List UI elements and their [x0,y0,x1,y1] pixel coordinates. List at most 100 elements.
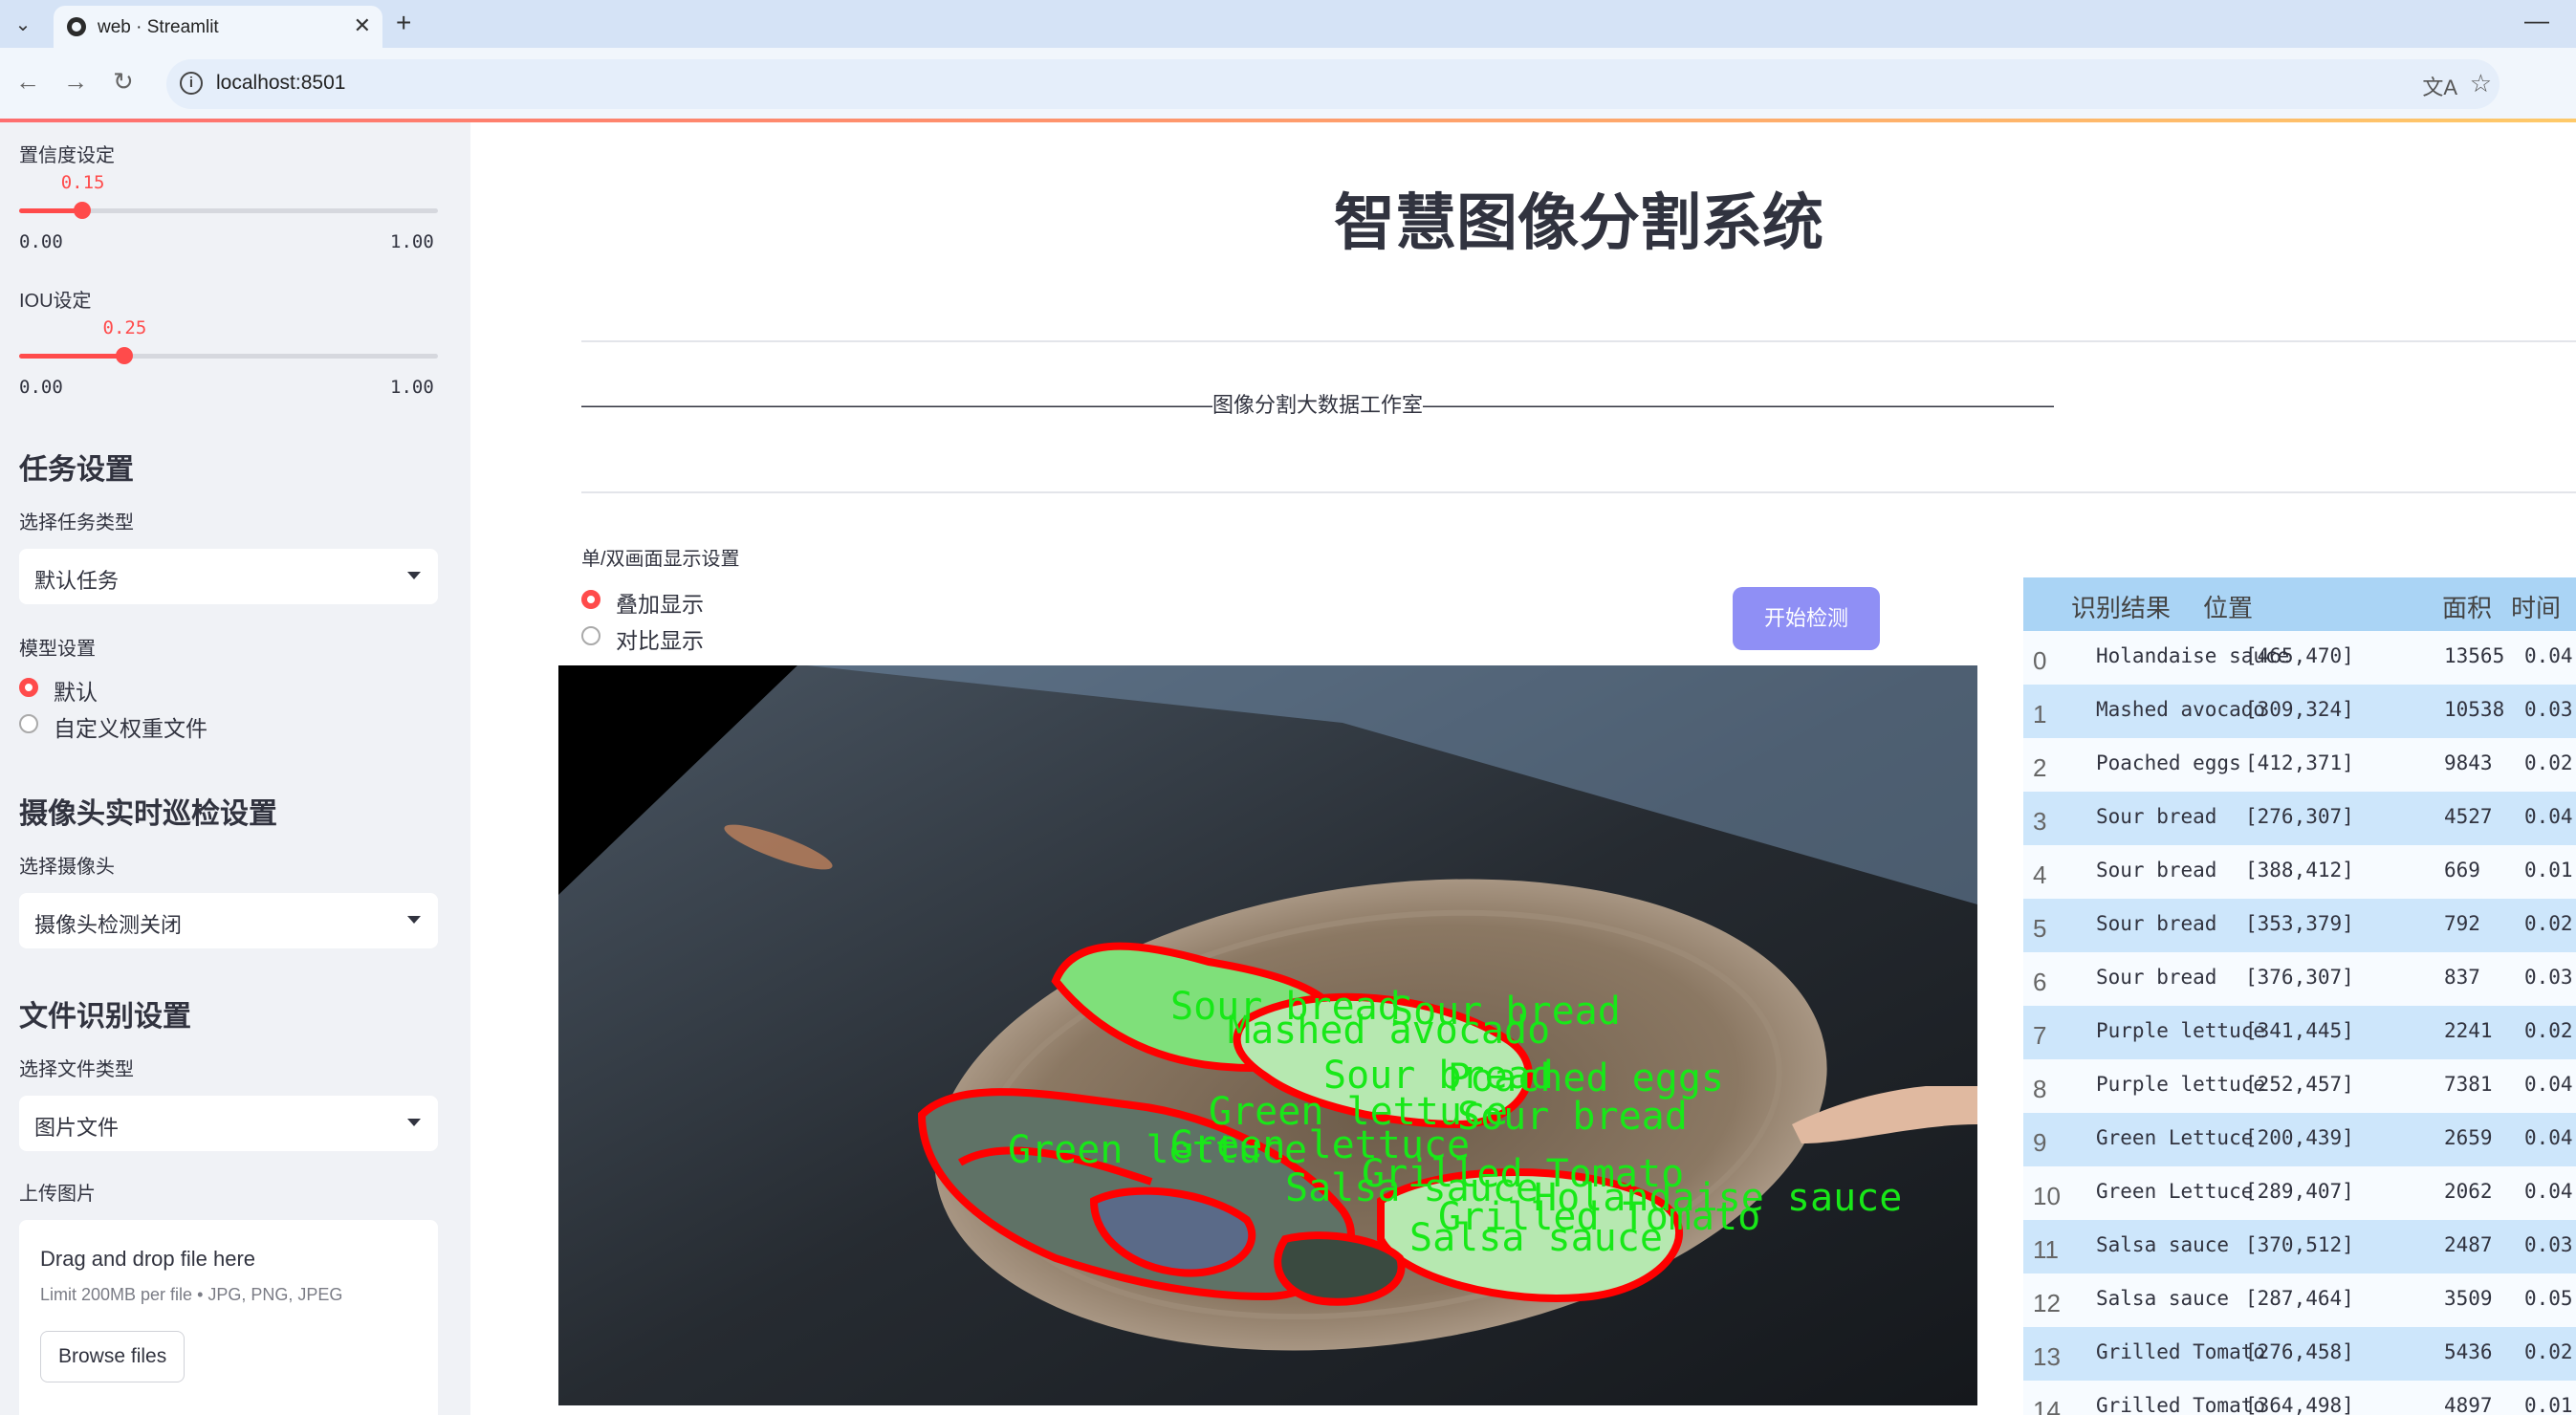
table-row[interactable]: 2 Poached eggs [412,371] 9843 0.02 [2023,738,2576,792]
table-row[interactable]: 12 Salsa sauce [287,464] 3509 0.05 [2023,1274,2576,1327]
iou-slider[interactable] [19,347,438,364]
row-result: Salsa sauce [2096,1287,2230,1310]
minimize-window-icon[interactable]: — [2524,6,2549,35]
start-detection-button[interactable]: 开始检测 [1733,587,1880,650]
row-position: [289,407] [2245,1180,2354,1203]
file-type-label: 选择文件类型 [19,1059,134,1080]
camera-select[interactable]: 摄像头检测关闭 [19,893,438,948]
table-row[interactable]: 14 Grilled Tomato [364,498] 4897 0.01 [2023,1381,2576,1415]
row-area: 4527 [2444,805,2493,828]
table-row[interactable]: 8 Purple lettuce [252,457] 7381 0.04 [2023,1059,2576,1113]
row-time: 0.02 [2524,751,2573,774]
radio-unselected-icon[interactable] [581,626,600,645]
table-row[interactable]: 9 Green Lettuce [200,439] 2659 0.04 [2023,1113,2576,1166]
browse-files-button[interactable]: Browse files [40,1331,186,1382]
confidence-slider-thumb[interactable] [73,202,91,219]
iou-value: 0.25 [102,317,147,338]
forward-arrow-icon[interactable]: → [63,67,88,97]
table-row[interactable]: 1 Mashed avocado [309,324] 10538 0.03 [2023,685,2576,738]
row-time: 0.01 [2524,859,2573,882]
streamlit-favicon-icon [67,17,86,36]
row-result: Sour bread [2096,805,2217,828]
display-option-label: 叠加显示 [616,592,704,617]
radio-selected-icon[interactable] [581,590,600,609]
row-time: 0.02 [2524,1019,2573,1042]
col-result-header[interactable]: 识别结果 [2071,589,2171,624]
row-area: 3509 [2444,1287,2493,1310]
row-time: 0.04 [2524,805,2573,828]
camera-settings-header: 摄像头实时巡检设置 [19,798,277,830]
col-time-header[interactable]: 时间 [2511,589,2561,624]
row-result: Sour bread [2096,966,2217,989]
model-option-label: 默认 [54,680,98,705]
file-dropzone[interactable]: Drag and drop file here Limit 200MB per … [19,1220,438,1415]
table-row[interactable]: 3 Sour bread [276,307] 4527 0.04 [2023,792,2576,845]
iou-min: 0.00 [19,377,63,398]
row-position: [388,412] [2245,859,2354,882]
row-area: 2487 [2444,1233,2493,1256]
col-area-header[interactable]: 面积 [2442,589,2492,624]
row-result: Grilled Tomato [2096,1394,2266,1415]
row-area: 792 [2444,912,2480,935]
new-tab-icon[interactable]: + [396,8,411,38]
row-position: [353,379] [2245,912,2354,935]
display-mode-label: 单/双画面显示设置 [581,549,740,570]
display-option-label: 对比显示 [616,628,704,653]
row-index: 11 [2033,1235,2059,1264]
row-time: 0.04 [2524,1126,2573,1149]
col-position-header[interactable]: 位置 [2203,589,2253,624]
mask-grilled-tomato [1274,1231,1406,1306]
close-tab-icon[interactable]: ✕ [354,13,371,38]
segmentation-result-image: Sour bread Sour bread Mashed avocado Poache… [558,665,1977,1405]
table-row[interactable]: 4 Sour bread [388,412] 669 0.01 [2023,845,2576,899]
row-index: 6 [2033,968,2047,996]
table-row[interactable]: 7 Purple lettuce [341,445] 2241 0.02 [2023,1006,2576,1059]
translate-icon[interactable]: 文A [2422,71,2457,101]
confidence-slider[interactable] [19,202,438,219]
table-row[interactable]: 10 Green Lettuce [289,407] 2062 0.04 [2023,1166,2576,1220]
table-row[interactable]: 11 Salsa sauce [370,512] 2487 0.03 [2023,1220,2576,1274]
task-settings-header: 任务设置 [19,454,134,486]
table-row[interactable]: 6 Sour bread [376,307] 837 0.03 [2023,952,2576,1006]
tab-search-chevron-icon[interactable]: ⌄ [10,11,36,38]
row-area: 669 [2444,859,2480,882]
studio-divider-text: ——————————————————————————————图像分割大数据工作室… [581,393,2055,417]
reload-icon[interactable]: ↻ [113,67,134,97]
row-position: [200,439] [2245,1126,2354,1149]
segmentation-canvas: Sour breadSour breadMashed avocadoPoache… [558,665,1977,1405]
iou-slider-thumb[interactable] [115,347,133,364]
bookmark-star-icon[interactable]: ☆ [2470,69,2492,98]
model-settings-label: 模型设置 [19,639,96,660]
row-index: 13 [2033,1342,2061,1371]
row-index: 0 [2033,646,2047,675]
camera-value: 摄像头检测关闭 [34,913,183,937]
row-index: 9 [2033,1128,2047,1157]
row-result: Grilled Tomato [2096,1340,2266,1363]
row-area: 10538 [2444,698,2505,721]
url-text[interactable]: localhost:8501 [216,72,345,95]
row-index: 2 [2033,753,2047,782]
row-position: [341,445] [2245,1019,2354,1042]
row-result: Green Lettuce [2096,1126,2254,1149]
confidence-value: 0.15 [60,172,105,193]
row-index: 10 [2033,1182,2061,1210]
table-row[interactable]: 13 Grilled Tomato [276,458] 5436 0.02 [2023,1327,2576,1381]
browser-tab[interactable]: web · Streamlit ✕ [54,6,382,48]
table-row[interactable]: 5 Sour bread [353,379] 792 0.02 [2023,899,2576,952]
row-area: 7381 [2444,1073,2493,1096]
address-bar[interactable]: i localhost:8501 文A ☆ [166,59,2500,109]
file-type-select[interactable]: 图片文件 [19,1096,438,1151]
row-index: 1 [2033,700,2047,729]
confidence-min: 0.00 [19,231,63,252]
radio-selected-icon[interactable] [19,678,38,697]
radio-unselected-icon[interactable] [19,714,38,733]
table-row[interactable]: 0 Holandaise sauce [465,470] 13565 0.04 [2023,631,2576,685]
table-header: 识别结果 位置 面积 时间 [2023,577,2576,631]
row-position: [276,307] [2245,805,2354,828]
task-type-select[interactable]: 默认任务 [19,549,438,604]
chevron-down-icon [407,916,421,924]
results-table[interactable]: 识别结果 位置 面积 时间 0 Holandaise sauce [465,470]… [2023,577,2576,1415]
back-arrow-icon[interactable]: ← [15,67,40,97]
upload-label: 上传图片 [19,1184,96,1205]
site-info-icon[interactable]: i [180,72,203,95]
